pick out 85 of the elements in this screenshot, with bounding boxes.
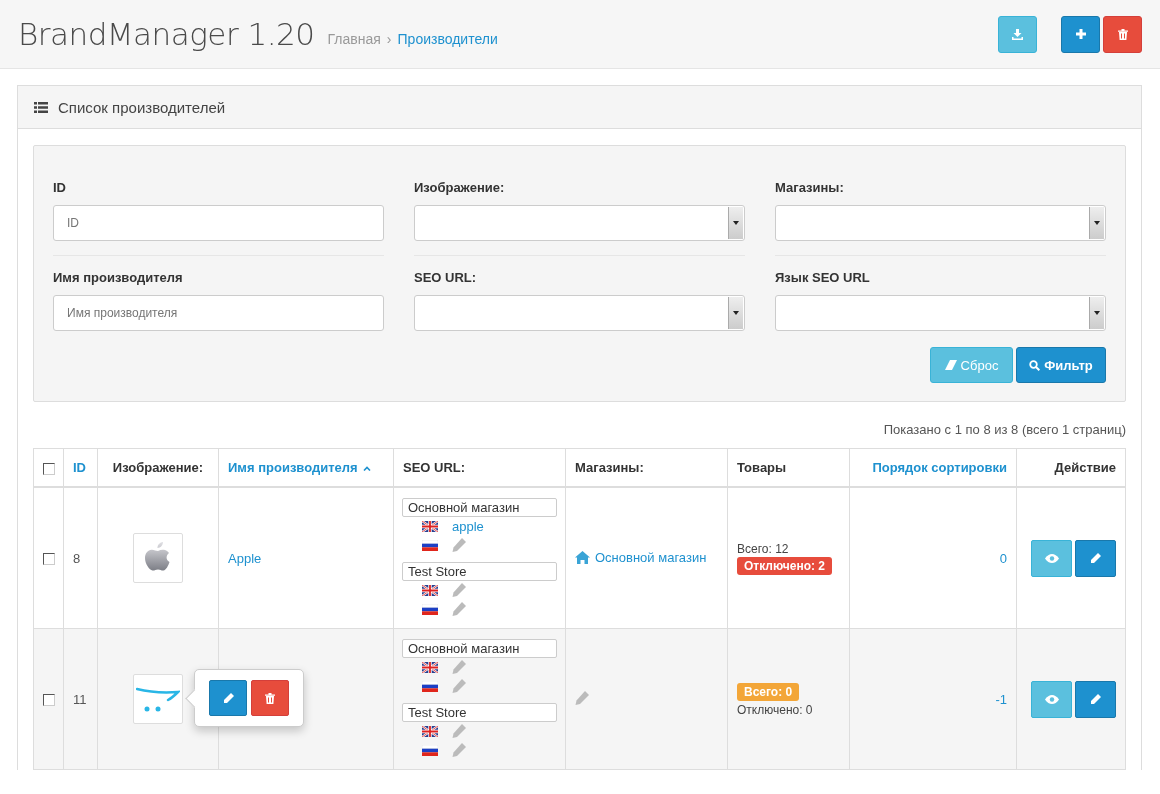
seo-keyword-link[interactable]: apple (452, 518, 484, 534)
reset-button[interactable]: Сброс (930, 347, 1013, 383)
breadcrumb-link[interactable]: Производители (397, 31, 498, 47)
add-button[interactable] (1061, 15, 1100, 53)
view-button[interactable] (1031, 680, 1072, 718)
select-all-checkbox[interactable] (43, 462, 55, 475)
uk-flag-icon (422, 520, 438, 532)
pagination-summary: Показано с 1 по 8 из 8 (всего 1 страниц) (882, 422, 1126, 437)
edit-button[interactable] (1075, 680, 1116, 718)
pencil-icon[interactable] (452, 743, 466, 757)
pencil-icon[interactable] (452, 602, 466, 616)
product-count: Отключено: 0 (737, 702, 813, 717)
logo-thumbnail[interactable] (133, 674, 183, 724)
row-checkbox[interactable] (43, 694, 55, 707)
pencil-icon[interactable] (452, 679, 466, 693)
store-name-label: Test Store (402, 561, 557, 581)
column-sort-link[interactable]: ID (73, 460, 86, 475)
column-header: Магазины: (575, 460, 644, 475)
filter-label: Язык SEO URL (775, 270, 871, 285)
pencil-icon[interactable] (452, 660, 466, 674)
home-icon (575, 550, 590, 564)
store-name-label: Основной магазин (402, 497, 557, 517)
logo-thumbnail[interactable] (133, 533, 183, 583)
product-count: Всего: 12 (737, 541, 789, 556)
input-field[interactable]: Имя производителя (53, 295, 384, 331)
store-name-label: Test Store (402, 702, 557, 722)
column-header: Действие (1054, 460, 1116, 475)
store-name-label: Основной магазин (402, 638, 557, 658)
column-header: SEO URL: (403, 460, 466, 475)
edit-image-button[interactable] (209, 680, 247, 716)
eraser-icon (944, 360, 957, 370)
select-field[interactable] (775, 205, 1106, 241)
filter-button[interactable]: Фильтр (1016, 347, 1106, 383)
uk-flag-icon (422, 584, 438, 596)
product-count-badge: Всего: 0 (737, 682, 800, 701)
trash-icon (265, 692, 275, 704)
download-icon (1012, 28, 1023, 40)
filter-label: SEO URL: (414, 270, 478, 285)
store-link[interactable]: Основной магазин (575, 549, 707, 565)
download-button[interactable] (998, 15, 1037, 53)
filter-label: Магазины: (775, 180, 845, 195)
pencil-icon[interactable] (452, 583, 466, 597)
sort-order-link[interactable]: 0 (999, 550, 1007, 566)
column-header: Изображение: (112, 460, 204, 475)
search-icon (1029, 359, 1041, 371)
page-title: BrandManager 1.20 (18, 16, 315, 52)
uk-flag-icon (422, 661, 438, 673)
delete-button[interactable] (1103, 15, 1142, 53)
pencil-icon[interactable] (575, 690, 589, 705)
russia-flag-icon (422, 744, 438, 756)
russia-flag-icon (422, 539, 438, 551)
edit-button[interactable] (1075, 539, 1116, 577)
trash-icon (1117, 28, 1128, 40)
filter-label: ID (53, 180, 67, 195)
plus-icon (1075, 29, 1086, 39)
uk-flag-icon (422, 725, 438, 737)
panel-title: Список производителей (58, 98, 226, 116)
breadcrumb-separator: › (386, 31, 392, 47)
product-count-badge: Отключено: 2 (737, 556, 832, 575)
input-field[interactable]: ID (53, 205, 384, 241)
eye-icon (1044, 553, 1059, 563)
cart-logo-icon (136, 685, 180, 713)
pencil-icon (222, 692, 234, 704)
delete-image-button[interactable] (251, 680, 289, 716)
select-field[interactable] (414, 295, 745, 331)
table-cell: 11 (73, 691, 87, 707)
breadcrumb-link[interactable]: Главная (327, 31, 381, 47)
russia-flag-icon (422, 680, 438, 692)
russia-flag-icon (422, 603, 438, 615)
pencil-icon[interactable] (452, 538, 466, 552)
sort-order-link[interactable]: -1 (995, 691, 1007, 707)
list-icon (34, 101, 48, 113)
filter-label: Имя производителя (53, 270, 184, 285)
pencil-icon (1090, 693, 1101, 705)
pencil-icon[interactable] (452, 724, 466, 738)
view-button[interactable] (1031, 539, 1072, 577)
select-field[interactable] (414, 205, 745, 241)
column-header: Товары (737, 460, 787, 475)
select-field[interactable] (775, 295, 1106, 331)
manufacturer-name-link[interactable]: Apple (228, 550, 262, 566)
pencil-icon (1090, 552, 1101, 564)
filter-label: Изображение: (414, 180, 506, 195)
eye-icon (1044, 694, 1059, 704)
row-checkbox[interactable] (43, 553, 55, 566)
table-cell: 8 (73, 550, 81, 566)
